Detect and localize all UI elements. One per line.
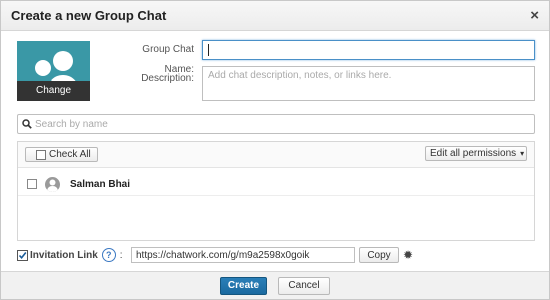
member-search-input[interactable]: Search by name <box>17 114 535 134</box>
dialog-titlebar: Create a new Group Chat × <box>1 1 549 31</box>
name-label-line1: Group Chat <box>142 44 194 55</box>
dialog-footer: Create Cancel <box>1 271 549 299</box>
name-description-label: Name: Description: <box>121 65 194 84</box>
create-button[interactable]: Create <box>220 276 267 295</box>
member-name: Salman Bhai <box>70 178 131 190</box>
text-caret <box>208 44 209 56</box>
member-list-toolbar: Check All Edit all permissions ▾ <box>18 142 534 168</box>
group-chat-name-label: Group Chat <box>121 44 194 55</box>
chevron-down-icon: ▾ <box>520 149 525 158</box>
help-icon[interactable]: ? <box>101 248 116 262</box>
check-all-checkbox <box>36 149 46 160</box>
row-divider <box>18 195 534 196</box>
description-textarea[interactable]: Add chat description, notes, or links he… <box>202 66 535 101</box>
edit-permissions-label: Edit all permissions <box>430 148 517 159</box>
user-avatar-icon <box>45 176 60 192</box>
group-chat-name-input[interactable] <box>202 40 535 60</box>
cancel-button[interactable]: Cancel <box>278 276 330 295</box>
description-label: Description: <box>141 73 194 84</box>
dialog-title: Create a new Group Chat <box>11 8 167 23</box>
member-row[interactable]: Salman Bhai <box>18 174 534 194</box>
check-all-button[interactable]: Check All <box>25 147 98 162</box>
gear-icon[interactable]: ✹ <box>403 248 413 262</box>
search-icon <box>22 119 32 129</box>
invitation-link-input[interactable]: https://chatwork.com/g/m9a2598x0goik <box>131 247 355 263</box>
create-group-chat-dialog: Create a new Group Chat × Change Group C… <box>0 0 550 300</box>
invitation-link-label: Invitation Link <box>30 249 98 261</box>
close-icon[interactable]: × <box>530 7 539 24</box>
change-avatar-button[interactable]: Change <box>17 81 90 101</box>
edit-all-permissions-dropdown[interactable]: Edit all permissions ▾ <box>425 146 527 161</box>
member-checkbox[interactable] <box>27 179 37 189</box>
invitation-link-checkbox[interactable] <box>17 249 28 261</box>
checkmark-icon <box>18 251 27 259</box>
copy-link-button[interactable]: Copy <box>359 247 399 263</box>
search-placeholder: Search by name <box>35 118 108 130</box>
member-list-panel: Check All Edit all permissions ▾ Salman … <box>17 141 535 241</box>
invitation-colon: : <box>119 249 123 261</box>
invitation-link-toggle[interactable]: Invitation Link ? : <box>17 247 131 263</box>
check-all-label: Check All <box>49 149 91 160</box>
